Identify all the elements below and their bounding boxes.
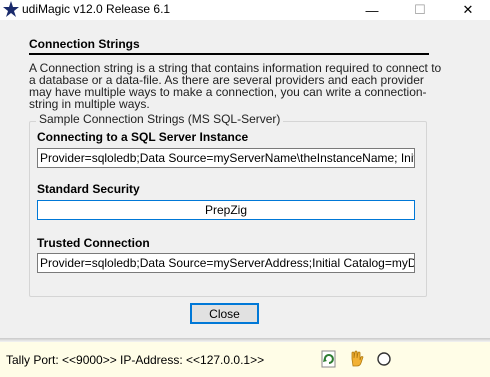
minimize-icon: — [365, 2, 379, 18]
trusted-connection-heading: Trusted Connection [37, 236, 150, 250]
group-caption: Sample Connection Strings (MS SQL-Server… [36, 112, 284, 126]
maximize-icon: ☐ [414, 2, 426, 17]
close-window-button[interactable]: ✕ [453, 0, 483, 20]
close-button[interactable]: Close [190, 303, 259, 324]
trusted-connection-field[interactable]: Provider=sqloledb;Data Source=myServerAd… [37, 253, 415, 273]
close-icon: ✕ [462, 2, 474, 17]
app-star-icon [3, 1, 19, 17]
hand-icon[interactable] [347, 350, 365, 368]
sql-instance-field[interactable]: Provider=sqloledb;Data Source=myServerNa… [37, 148, 415, 168]
standard-security-field[interactable]: PrepZig [37, 200, 415, 220]
ip-address-label: IP-Address: <<127.0.0.1>> [120, 353, 265, 367]
minimize-button[interactable]: — [357, 0, 387, 20]
circle-icon[interactable] [375, 350, 393, 368]
maximize-button[interactable]: ☐ [405, 0, 435, 20]
tally-port-label: Tally Port: <<9000>> [6, 353, 117, 367]
heading-divider [29, 53, 429, 55]
refresh-icon[interactable] [320, 350, 338, 368]
window-title: udiMagic v12.0 Release 6.1 [22, 2, 171, 16]
status-separator [0, 338, 490, 342]
title-bar: udiMagic v12.0 Release 6.1 — ☐ ✕ [0, 0, 490, 20]
connection-strings-dialog: Connection Strings A Connection string i… [0, 20, 490, 338]
dialog-description: A Connection string is a string that con… [29, 61, 442, 111]
dialog-heading: Connection Strings [29, 37, 140, 51]
standard-security-heading: Standard Security [37, 182, 140, 196]
status-bar: Tally Port: <<9000>> IP-Address: <<127.0… [0, 338, 490, 377]
sql-instance-heading: Connecting to a SQL Server Instance [37, 130, 249, 144]
